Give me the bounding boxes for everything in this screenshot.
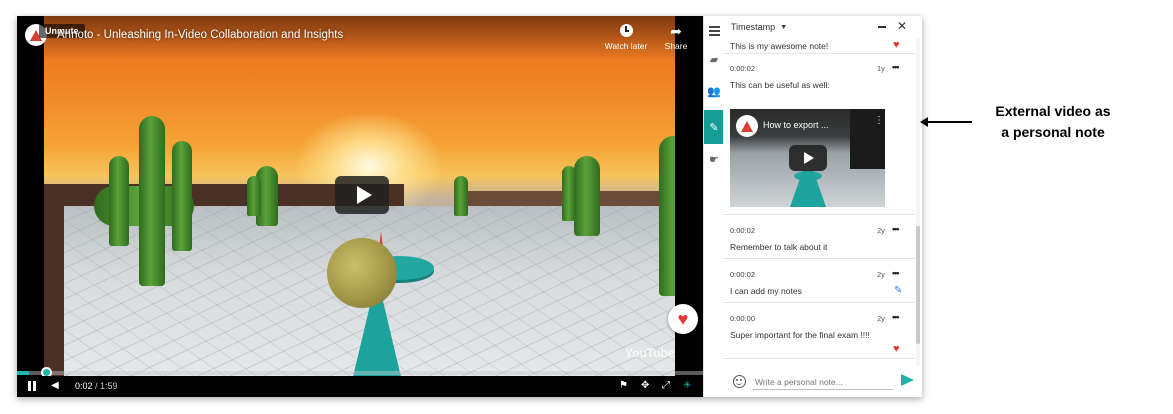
kebab-menu-icon[interactable]: ⋮ (874, 116, 884, 126)
note-text: Remember to talk about it (730, 242, 828, 252)
annoto-icon[interactable]: ✳ (683, 380, 691, 392)
note-age: 2y (877, 226, 885, 235)
duration: / 1:59 (95, 381, 118, 391)
emoji-icon[interactable] (733, 375, 746, 388)
note-timestamp[interactable]: 0:00:00 (730, 314, 755, 323)
embedded-video-title[interactable]: How to export ... (763, 120, 829, 130)
minimize-icon[interactable] (878, 26, 886, 28)
play-icon (356, 186, 372, 204)
note-item[interactable]: 0:00:02 1y ••• This can be useful as wel… (723, 55, 915, 215)
notes-list: This is my awesome note! ♥ 0:00:02 1y ••… (723, 38, 915, 366)
note-text: This is my awesome note! (730, 41, 829, 51)
note-age: 1y (877, 64, 885, 73)
comments-icon[interactable]: ▰ (704, 46, 724, 72)
youtube-watermark[interactable]: YouTube (625, 346, 675, 360)
note-age: 2y (877, 314, 885, 323)
sort-dropdown[interactable]: Timestamp (731, 22, 775, 32)
note-composer (723, 366, 922, 397)
note-timestamp[interactable]: 0:00:02 (730, 64, 755, 73)
more-options-icon[interactable]: ••• (892, 62, 900, 72)
player-controls: ◀ 0:02 / 1:59 ⚑ ✥ ⤢ ✳ (17, 376, 703, 397)
pause-icon[interactable] (27, 381, 37, 391)
watch-later-label: Watch later (604, 41, 648, 51)
notes-panel: Timestamp ▼ ✕ This is my awesome note! ♥… (723, 16, 922, 397)
close-icon[interactable]: ✕ (897, 20, 907, 32)
interactions-icon[interactable]: ☛ (704, 146, 724, 172)
time-display: 0:02 / 1:59 (75, 380, 118, 392)
note-item[interactable]: 0:00:02 2y ••• Remember to talk about it (723, 215, 915, 259)
personal-note-input[interactable] (753, 374, 893, 390)
favorite-heart-button[interactable]: ♥ (668, 304, 698, 334)
chevron-down-icon[interactable]: ▼ (780, 24, 787, 31)
watch-later-button[interactable]: Watch later (604, 24, 648, 51)
send-icon[interactable] (901, 374, 914, 386)
menu-icon[interactable] (704, 18, 724, 44)
heart-icon[interactable]: ♥ (893, 39, 900, 51)
share-arrow-icon: ➦ (670, 23, 682, 39)
more-options-icon[interactable]: ••• (892, 312, 900, 322)
sidebar-rail: ▰ 👥 ✎ ☛ (703, 16, 724, 397)
embedded-video[interactable]: How to export ... ⋮ (730, 109, 885, 207)
share-button[interactable]: ➦ Share (661, 24, 691, 51)
note-item[interactable]: 0:00:02 2y ••• I can add my notes ✎ (723, 259, 915, 303)
channel-logo-icon (736, 115, 758, 137)
users-icon[interactable]: 👥 (704, 78, 724, 104)
more-options-icon[interactable]: ••• (892, 224, 900, 234)
callout-line-2: a personal note (1001, 124, 1105, 140)
panel-header: Timestamp ▼ ✕ (723, 16, 922, 38)
scrollbar-thumb[interactable] (916, 226, 920, 344)
heart-icon[interactable]: ♥ (893, 343, 900, 355)
current-time: 0:02 (75, 381, 93, 391)
share-label: Share (664, 41, 688, 51)
play-button[interactable] (335, 176, 389, 214)
volume-icon[interactable]: ◀ (51, 380, 59, 392)
more-options-icon[interactable]: ••• (892, 268, 900, 278)
note-timestamp[interactable]: 0:00:02 (730, 226, 755, 235)
fullscreen-icon[interactable]: ⤢ (662, 380, 670, 392)
note-text: Super important for the final exam !!!! (730, 330, 870, 340)
note-text: I can add my notes (730, 286, 802, 296)
progress-fill (17, 371, 29, 375)
heart-icon: ♥ (677, 308, 689, 329)
note-item[interactable]: This is my awesome note! ♥ (723, 38, 915, 54)
notes-icon[interactable]: ✎ (704, 110, 724, 144)
app-frame: Unmute Annoto - Unleashing In-Video Coll… (17, 16, 922, 397)
pencil-icon[interactable]: ✎ (894, 285, 902, 296)
note-age: 2y (877, 270, 885, 279)
video-title[interactable]: Annoto - Unleashing In-Video Collaborati… (57, 29, 343, 41)
clock-icon (619, 24, 633, 37)
callout-arrow (920, 117, 972, 127)
progress-bar[interactable] (17, 367, 703, 378)
note-text: This can be useful as well: (730, 80, 830, 90)
note-timestamp[interactable]: 0:00:02 (730, 270, 755, 279)
video-player[interactable]: Unmute Annoto - Unleashing In-Video Coll… (17, 16, 703, 397)
embedded-play-button[interactable] (789, 145, 827, 171)
flag-icon[interactable]: ⚑ (619, 380, 628, 392)
callout-text: External video as a personal note (978, 101, 1128, 143)
play-icon (804, 152, 814, 164)
expand-icon[interactable]: ✥ (641, 380, 649, 392)
callout-line-1: External video as (995, 103, 1111, 119)
note-item[interactable]: 0:00:00 2y ••• Super important for the f… (723, 303, 915, 359)
